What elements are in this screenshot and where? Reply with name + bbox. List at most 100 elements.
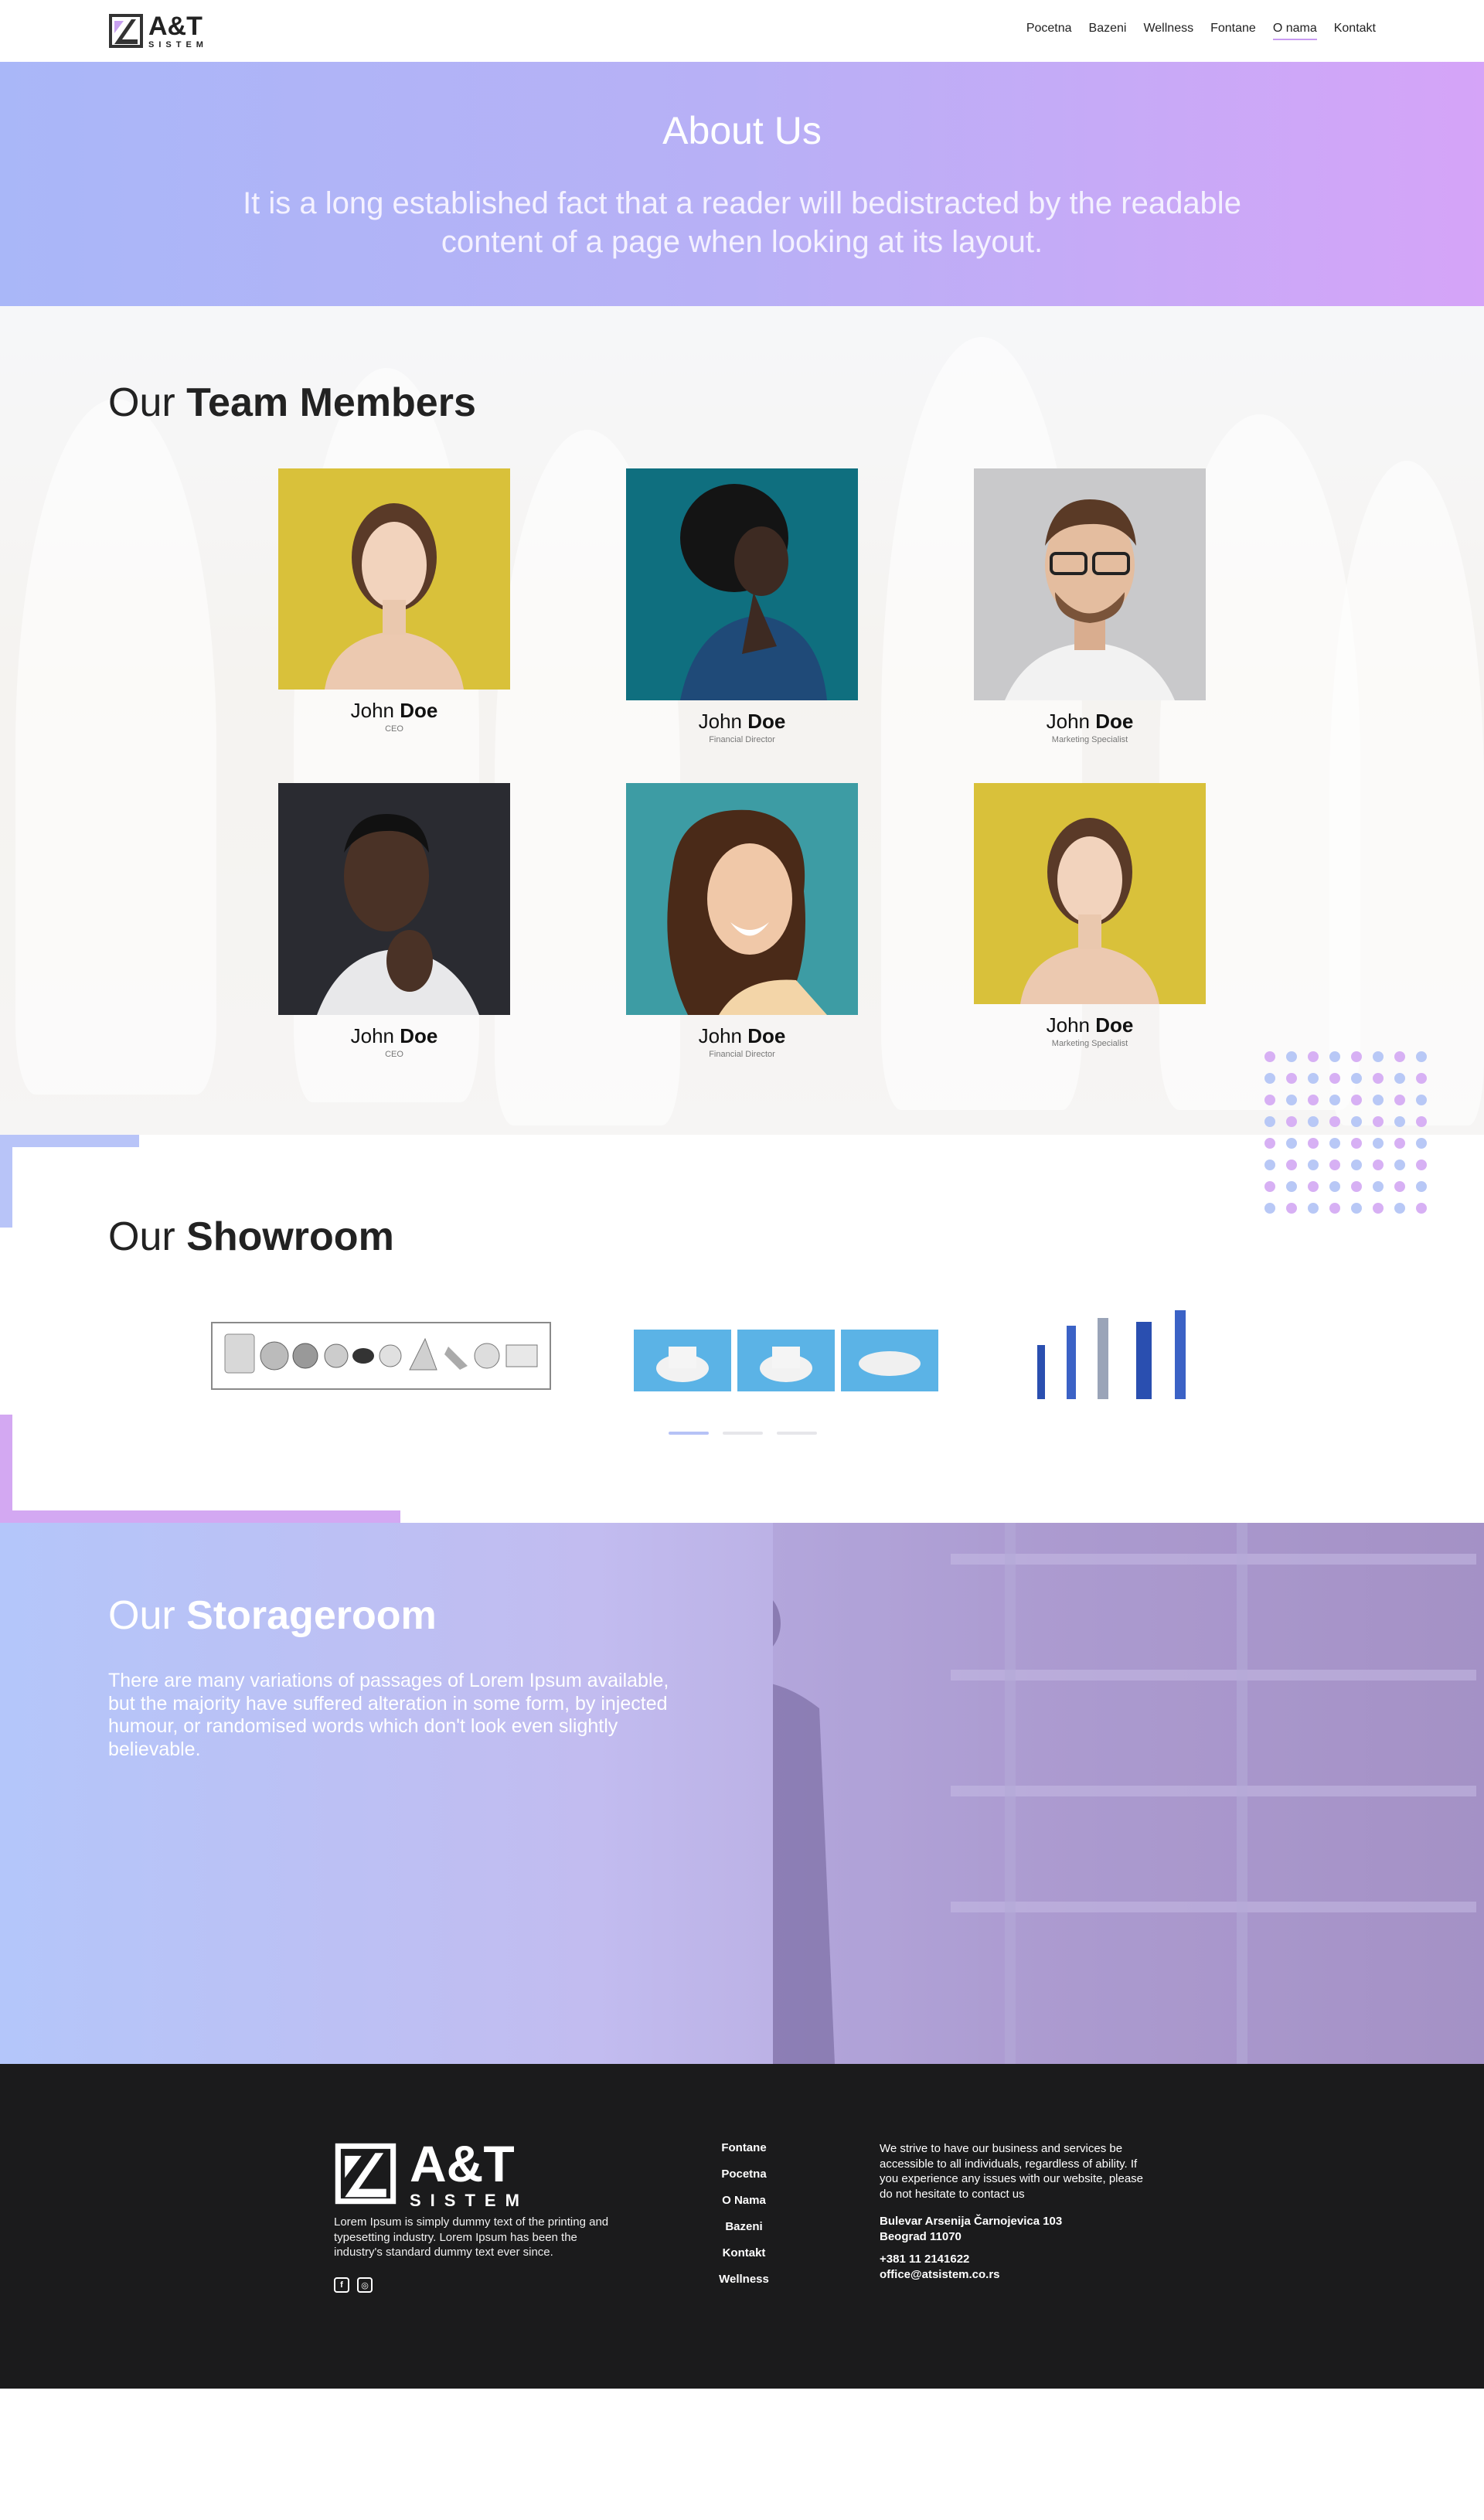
- decorative-dot: [1286, 1116, 1297, 1127]
- decorative-dot: [1394, 1181, 1405, 1192]
- decorative-dot: [1351, 1138, 1362, 1149]
- decorative-dot: [1329, 1095, 1340, 1105]
- member-photo: [278, 783, 510, 1015]
- nav-o-nama[interactable]: O nama: [1272, 22, 1317, 40]
- contact-phone[interactable]: +381 11 2141622: [880, 2252, 1158, 2267]
- member-name: John Doe: [626, 1024, 858, 1048]
- member-portrait: [626, 783, 858, 1015]
- member-portrait: [974, 468, 1206, 700]
- water-treatment-image: [1037, 1310, 1186, 1399]
- footer-link-fontane[interactable]: Fontane: [696, 2141, 792, 2154]
- showroom-slide[interactable]: [211, 1322, 551, 1390]
- decorative-dot: [1351, 1203, 1362, 1214]
- footer-link-kontakt[interactable]: Kontakt: [696, 2246, 792, 2259]
- carousel-dot[interactable]: [777, 1432, 817, 1435]
- address-line-2: Beograd 11070: [880, 2229, 962, 2243]
- decorative-dot: [1286, 1138, 1297, 1149]
- member-photo: [974, 468, 1206, 700]
- decorative-dot: [1394, 1051, 1405, 1062]
- footer-link-wellness[interactable]: Wellness: [696, 2273, 792, 2286]
- decorative-dot: [1394, 1138, 1405, 1149]
- decorative-dot: [1264, 1138, 1275, 1149]
- showroom-title-bold: Showroom: [186, 1214, 394, 1259]
- decorative-dot: [1308, 1181, 1319, 1192]
- member-role: Marketing Specialist: [1051, 735, 1128, 744]
- nav-pocetna[interactable]: Pocetna: [1026, 22, 1072, 40]
- decorative-dot: [1286, 1160, 1297, 1170]
- carousel-dot[interactable]: [723, 1432, 763, 1435]
- member-name: John Doe: [974, 1013, 1206, 1037]
- decorative-dot: [1416, 1203, 1427, 1214]
- member-first-name: John: [350, 699, 395, 722]
- nav-fontane[interactable]: Fontane: [1210, 22, 1256, 40]
- decorative-dot: [1264, 1160, 1275, 1170]
- storage-text: There are many variations of passages of…: [108, 1670, 669, 1760]
- decorative-dot: [1373, 1116, 1384, 1127]
- decorative-dot: [1286, 1181, 1297, 1192]
- decorative-dot: [1416, 1073, 1427, 1084]
- footer-link-bazeni[interactable]: Bazeni: [696, 2220, 792, 2233]
- logo-mark-icon: [109, 14, 143, 48]
- team-member-card: John Doe Marketing Specialist: [974, 783, 1206, 1048]
- member-last-name: Doe: [747, 1024, 786, 1047]
- social-links: f ◎: [334, 2277, 373, 2293]
- member-photo: [278, 468, 510, 690]
- decorative-dot: [1329, 1051, 1340, 1062]
- facebook-icon[interactable]: f: [334, 2277, 349, 2293]
- decorative-dot: [1416, 1051, 1427, 1062]
- decorative-dot: [1351, 1160, 1362, 1170]
- footer-contact: We strive to have our business and servi…: [880, 2141, 1158, 2282]
- footer-link-pocetna[interactable]: Pocetna: [696, 2168, 792, 2181]
- decorative-dot: [1394, 1116, 1405, 1127]
- site-header: A&T SISTEM Pocetna Bazeni Wellness Fonta…: [0, 0, 1484, 62]
- team-member-card: John Doe Marketing Specialist: [974, 468, 1206, 744]
- showroom-carousel[interactable]: [0, 1299, 1484, 1407]
- logo-text: A&T SISTEM: [148, 13, 208, 49]
- member-last-name: Doe: [1095, 1013, 1134, 1037]
- instagram-icon[interactable]: ◎: [357, 2277, 373, 2293]
- pool-skimmer-image: [634, 1330, 938, 1391]
- decorative-dot: [1329, 1181, 1340, 1192]
- member-last-name: Doe: [400, 699, 438, 722]
- about-hero: About Us It is a long established fact t…: [0, 62, 1484, 306]
- decorative-dot: [1264, 1203, 1275, 1214]
- decorative-dot: [1308, 1138, 1319, 1149]
- member-first-name: John: [1046, 710, 1091, 733]
- decorative-dot: [1308, 1203, 1319, 1214]
- decorative-corner-pink: [0, 1415, 400, 1523]
- member-first-name: John: [698, 710, 743, 733]
- member-first-name: John: [1046, 1013, 1091, 1037]
- decorative-dot: [1394, 1203, 1405, 1214]
- member-name: John Doe: [278, 1024, 510, 1048]
- decorative-dot: [1308, 1160, 1319, 1170]
- member-role: Financial Director: [709, 1050, 775, 1059]
- decorative-dot: [1308, 1095, 1319, 1105]
- decorative-dot: [1394, 1073, 1405, 1084]
- contact-email[interactable]: office@atsistem.co.rs: [880, 2267, 1158, 2283]
- decorative-dot: [1286, 1073, 1297, 1084]
- carousel-dot[interactable]: [669, 1432, 709, 1435]
- decorative-dot: [1308, 1051, 1319, 1062]
- member-first-name: John: [350, 1024, 395, 1047]
- decorative-dot: [1416, 1181, 1427, 1192]
- nav-kontakt[interactable]: Kontakt: [1334, 22, 1376, 40]
- decorative-dot: [1416, 1095, 1427, 1105]
- carousel-indicators: [669, 1432, 817, 1435]
- footer-logo[interactable]: A&T SISTEM: [334, 2138, 529, 2209]
- footer-logo-sub: SISTEM: [410, 2191, 529, 2210]
- decorative-dot: [1416, 1138, 1427, 1149]
- main-nav: Pocetna Bazeni Wellness Fontane O nama K…: [1026, 22, 1376, 40]
- footer-link-o-nama[interactable]: O Nama: [696, 2194, 792, 2207]
- nav-bazeni[interactable]: Bazeni: [1089, 22, 1127, 40]
- showroom-slide[interactable]: [634, 1330, 940, 1391]
- hero-subtitle: It is a long established fact that a rea…: [243, 186, 1241, 259]
- member-portrait: [626, 468, 858, 700]
- logo-link[interactable]: A&T SISTEM: [108, 13, 208, 49]
- decorative-dot: [1373, 1138, 1384, 1149]
- decorative-dot: [1329, 1160, 1340, 1170]
- member-portrait: [278, 783, 510, 1015]
- showroom-slide[interactable]: [1028, 1306, 1206, 1402]
- team-section: Our Team Members John Doe CEO John Doe F…: [0, 306, 1484, 1135]
- nav-wellness[interactable]: Wellness: [1143, 22, 1193, 40]
- decorative-dot: [1264, 1181, 1275, 1192]
